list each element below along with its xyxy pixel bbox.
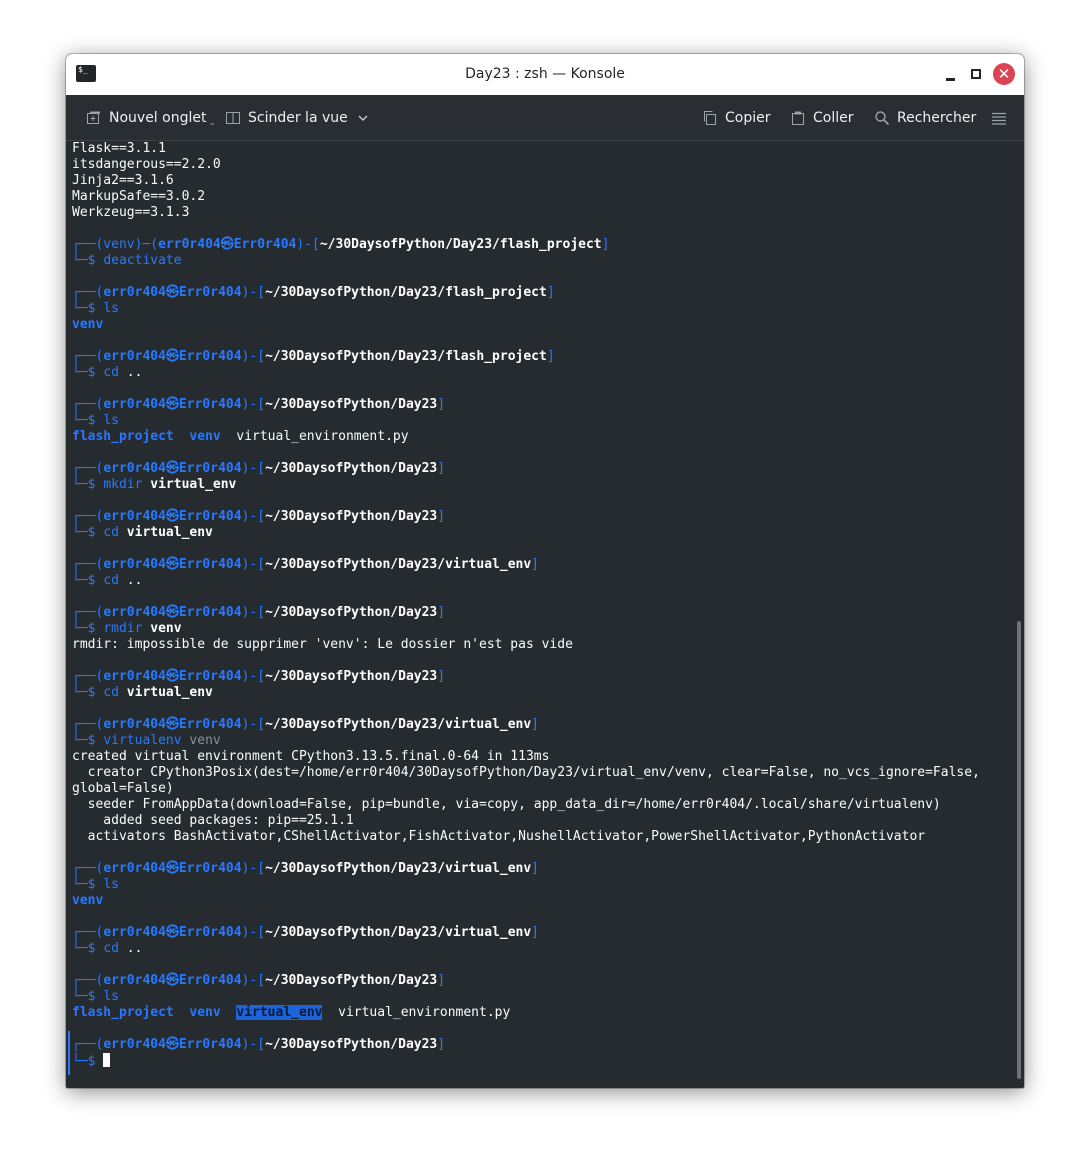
copy-icon	[704, 111, 716, 125]
paste-icon	[792, 111, 804, 125]
terminal-view[interactable]: Flask==3.1.1 itsdangerous==2.2.0 Jinja2==3…	[66, 141, 1024, 1088]
terminal-line: └─$ cd virtual_env	[72, 685, 213, 700]
terminal-line: ┌──(err0r404㉿Err0r404)-[~/30DaysofPython…	[72, 973, 446, 988]
terminal-line: └─$ ls	[72, 989, 119, 1004]
terminal-line: itsdangerous==2.2.0	[72, 157, 221, 172]
terminal-line: ┌──(err0r404㉿Err0r404)-[~/30DaysofPython…	[72, 1037, 446, 1052]
terminal-line: ┌──(err0r404㉿Err0r404)-[~/30DaysofPython…	[72, 285, 555, 300]
terminal-line: MarkupSafe==3.0.2	[72, 189, 206, 204]
terminal-line: ┌──(err0r404㉿Err0r404)-[~/30DaysofPython…	[72, 717, 539, 732]
terminal-line: rmdir: impossible de supprimer 'venv': L…	[72, 637, 573, 652]
terminal-line: ┌──(err0r404㉿Err0r404)-[~/30DaysofPython…	[72, 557, 539, 572]
split-view-label: Scinder la vue	[248, 110, 348, 126]
terminal-line: └─$ rmdir venv	[72, 621, 182, 636]
terminal-line: └─$ virtualenv venv	[72, 733, 221, 748]
terminal-line: Werkzeug==3.1.3	[72, 205, 190, 220]
search-label: Rechercher	[897, 110, 977, 126]
terminal-line: Jinja2==3.1.6	[72, 173, 174, 188]
new-tab-button[interactable]: Nouvel onglet ⌄	[86, 106, 216, 130]
terminal-line: └─$	[72, 1053, 980, 1069]
terminal-line: ┌──(err0r404㉿Err0r404)-[~/30DaysofPython…	[72, 509, 446, 524]
terminal-line: ┌──(err0r404㉿Err0r404)-[~/30DaysofPython…	[72, 397, 446, 412]
terminal-output[interactable]: Flask==3.1.1 itsdangerous==2.2.0 Jinja2==3…	[72, 141, 980, 1069]
terminal-line: └─$ mkdir virtual_env	[72, 477, 237, 492]
terminal-line: ┌──(err0r404㉿Err0r404)-[~/30DaysofPython…	[72, 861, 539, 876]
maximize-button[interactable]	[965, 63, 987, 85]
terminal-line: venv	[72, 317, 104, 332]
chevron-down-icon[interactable]	[357, 112, 369, 124]
terminal-line: venv	[72, 893, 104, 908]
split-view-button[interactable]: Scinder la vue	[225, 106, 369, 130]
copy-button[interactable]: Copier	[702, 106, 771, 130]
search-icon	[875, 111, 890, 126]
hamburger-menu-icon	[992, 112, 1006, 125]
terminal-line: seeder FromAppData(download=False, pip=b…	[72, 797, 941, 812]
konsole-window: $_ Day23 : zsh — Konsole ✕ Nouvel onglet…	[66, 54, 1024, 1088]
split-view-icon	[226, 112, 240, 124]
terminal-line: ┌──(err0r404㉿Err0r404)-[~/30DaysofPython…	[72, 605, 446, 620]
terminal-line: └─$ cd ..	[72, 365, 143, 380]
paste-label: Coller	[813, 110, 854, 126]
terminal-line: └─$ cd ..	[72, 573, 143, 588]
konsole-toolbar: Nouvel onglet ⌄ Scinder la vue Copier Co…	[66, 95, 1024, 141]
terminal-line: └─$ deactivate	[72, 253, 182, 268]
terminal-line: └─$ cd ..	[72, 941, 143, 956]
current-prompt-marker	[68, 1031, 70, 1075]
terminal-line: └─$ ls	[72, 301, 119, 316]
terminal-line: Flask==3.1.1	[72, 141, 166, 156]
close-button[interactable]: ✕	[993, 63, 1015, 85]
terminal-line: flash_project venv virtual_environment.p…	[72, 429, 409, 444]
copy-label: Copier	[725, 110, 771, 126]
title-bar[interactable]: $_ Day23 : zsh — Konsole ✕	[66, 54, 1024, 95]
hamburger-menu-button[interactable]	[991, 106, 1014, 130]
new-tab-label: Nouvel onglet	[109, 110, 207, 126]
terminal-line: └─$ ls	[72, 413, 119, 428]
paste-button[interactable]: Coller	[790, 106, 854, 130]
terminal-line: ┌──(venv)─(err0r404㉿Err0r404)-[~/30Dayso…	[72, 237, 610, 252]
text-cursor	[103, 1053, 111, 1067]
terminal-line: added seed packages: pip==25.1.1	[72, 813, 354, 828]
search-button[interactable]: Rechercher	[874, 106, 976, 130]
scrollbar-thumb[interactable]	[1017, 621, 1021, 1079]
terminal-line: ┌──(err0r404㉿Err0r404)-[~/30DaysofPython…	[72, 669, 446, 684]
terminal-line: └─$ ls	[72, 877, 119, 892]
terminal-line: creator CPython3Posix(dest=/home/err0r40…	[72, 765, 980, 780]
terminal-line: activators BashActivator,CShellActivator…	[72, 829, 926, 844]
terminal-line: ┌──(err0r404㉿Err0r404)-[~/30DaysofPython…	[72, 461, 446, 476]
selected-text: virtual_env	[236, 1005, 323, 1020]
vertical-scrollbar[interactable]	[1015, 141, 1024, 1088]
window-title: Day23 : zsh — Konsole	[465, 66, 625, 82]
new-tab-dropdown-icon[interactable]: ⌄	[208, 111, 216, 135]
terminal-line: flash_project venv virtual_env virtual_e…	[72, 1005, 511, 1020]
terminal-line: global=False)	[72, 781, 174, 796]
new-tab-icon	[87, 111, 100, 124]
terminal-line: ┌──(err0r404㉿Err0r404)-[~/30DaysofPython…	[72, 349, 555, 364]
terminal-line: ┌──(err0r404㉿Err0r404)-[~/30DaysofPython…	[72, 925, 539, 940]
terminal-line: created virtual environment CPython3.13.…	[72, 749, 550, 764]
minimize-button[interactable]	[939, 63, 961, 85]
terminal-line: └─$ cd virtual_env	[72, 525, 213, 540]
